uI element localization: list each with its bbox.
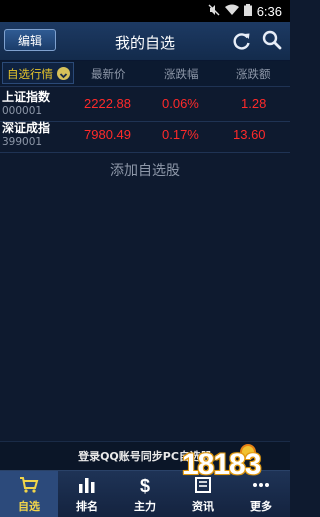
stock-name: 深证成指 xyxy=(2,121,51,135)
wifi-icon xyxy=(224,4,239,18)
svg-text:$: $ xyxy=(140,476,150,494)
refresh-icon[interactable] xyxy=(232,31,252,51)
stock-price: 2222.88 xyxy=(84,96,131,111)
tab-label: 资讯 xyxy=(192,500,214,513)
stock-change-amt: 1.28 xyxy=(241,96,267,111)
search-icon[interactable] xyxy=(262,30,282,50)
watermark-text: 18183 xyxy=(182,448,261,481)
battery-icon xyxy=(243,3,252,19)
status-bar: 6:36 xyxy=(0,0,290,22)
bar-chart-icon xyxy=(79,478,95,493)
status-icons: 6:36 xyxy=(208,3,282,19)
watchlist-dropdown-label: 自选行情 xyxy=(7,67,53,81)
watchlist-dropdown[interactable]: 自选行情 xyxy=(2,62,74,84)
clock: 6:36 xyxy=(256,3,282,19)
stock-price: 7980.49 xyxy=(84,127,131,142)
tab-main-force[interactable]: $ 主力 xyxy=(116,471,174,517)
change-pct-column-header[interactable]: 涨跌幅 xyxy=(164,66,199,82)
dollar-icon: $ xyxy=(140,476,150,494)
stock-row[interactable]: 深证成指 399001 7980.49 0.17% 13.60 xyxy=(0,118,290,153)
mute-icon xyxy=(208,4,220,19)
stock-change-amt: 13.60 xyxy=(233,127,266,142)
add-stock-button[interactable]: 添加自选股 xyxy=(0,160,290,180)
stock-name: 上证指数 xyxy=(2,90,51,104)
stock-row[interactable]: 上证指数 000001 2222.88 0.06% 1.28 xyxy=(0,87,290,122)
stock-code: 000001 xyxy=(2,105,43,117)
title-bar: 编辑 我的自选 xyxy=(0,22,290,61)
change-amt-column-header[interactable]: 涨跌额 xyxy=(236,66,271,82)
tab-watchlist[interactable]: 自选 xyxy=(0,471,58,517)
tab-label: 主力 xyxy=(134,500,156,513)
chevron-down-icon xyxy=(57,67,70,80)
tab-label: 排名 xyxy=(76,500,98,513)
column-header: 自选行情 最新价 涨跌幅 涨跌额 xyxy=(0,61,290,87)
cart-icon xyxy=(20,477,39,493)
price-column-header[interactable]: 最新价 xyxy=(91,66,126,82)
stock-code: 399001 xyxy=(2,136,43,148)
stock-change-pct: 0.06% xyxy=(162,96,199,111)
watermark-logo: 18183 xyxy=(180,444,288,496)
tab-label: 自选 xyxy=(18,500,40,513)
tab-ranking[interactable]: 排名 xyxy=(58,471,116,517)
stock-change-pct: 0.17% xyxy=(162,127,199,142)
tab-label: 更多 xyxy=(250,500,272,513)
